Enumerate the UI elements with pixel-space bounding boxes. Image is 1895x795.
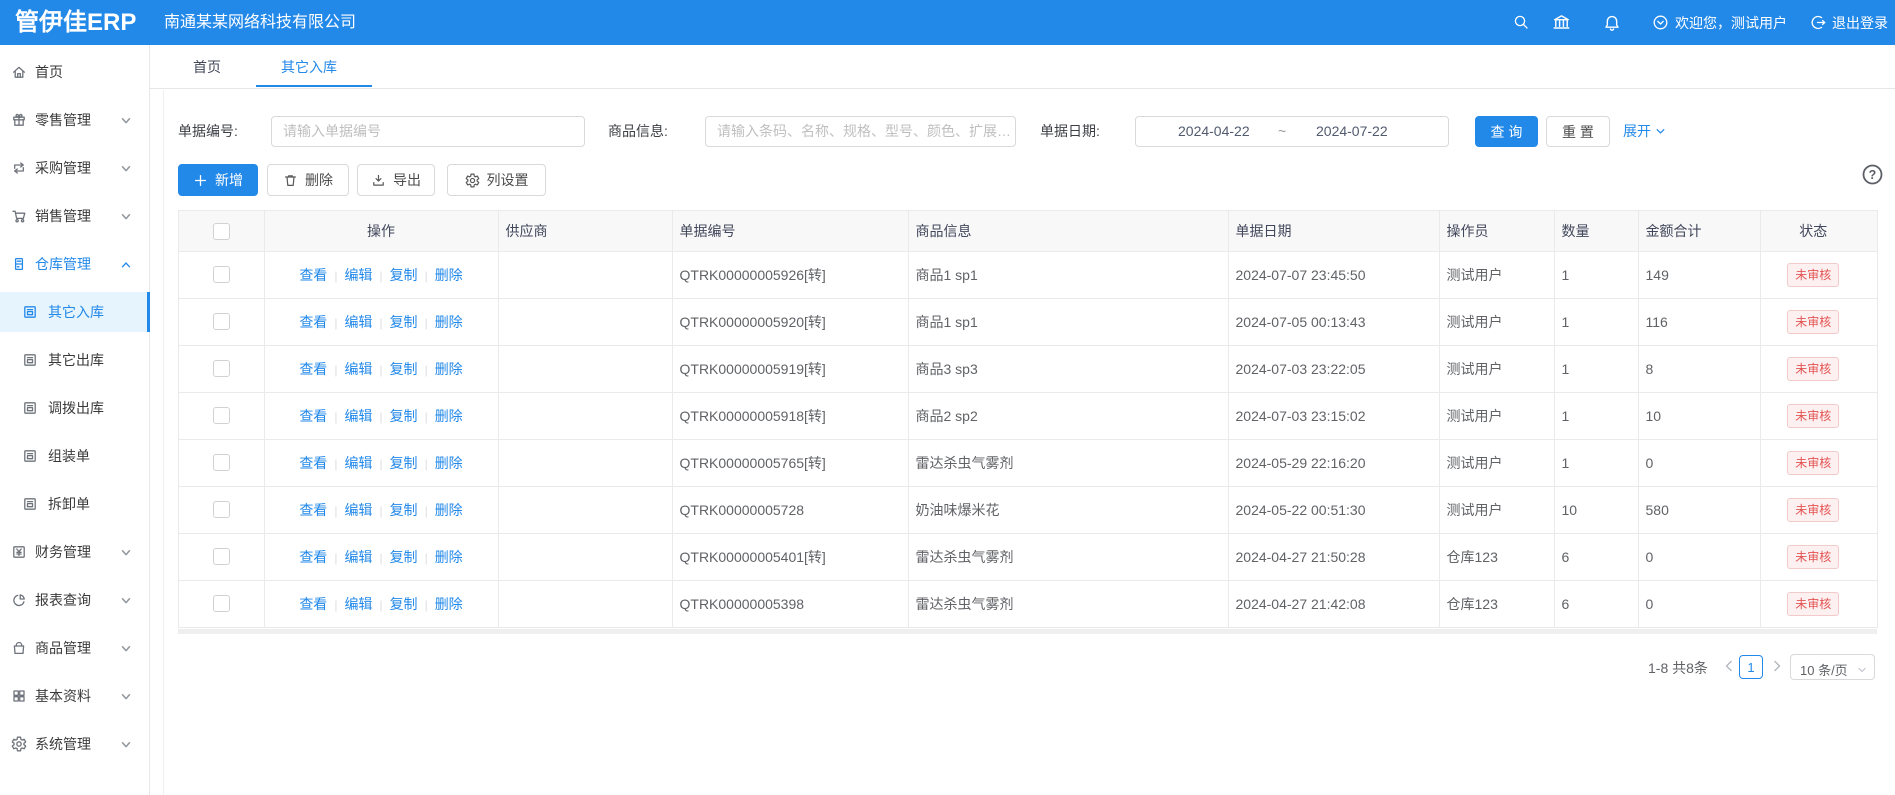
svg-text:?: ? [1869,168,1877,182]
